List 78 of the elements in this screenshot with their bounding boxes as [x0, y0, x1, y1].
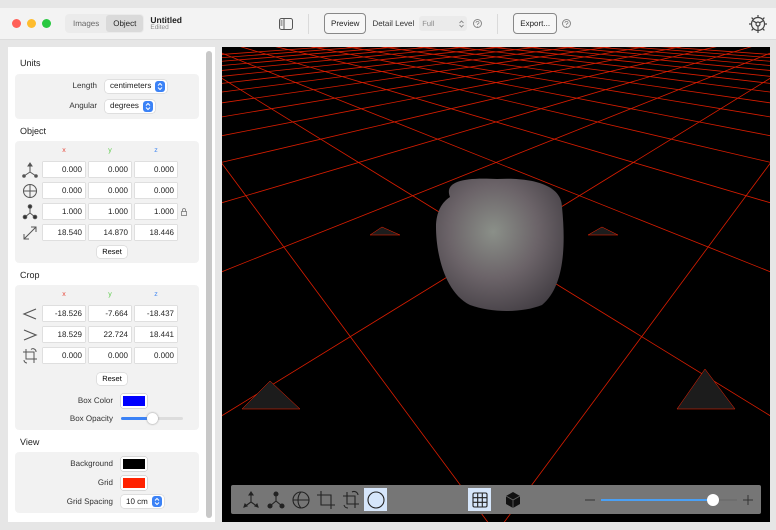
plus-icon[interactable]	[743, 494, 753, 504]
axis-marker-icon	[242, 380, 300, 410]
zoom-slider[interactable]	[601, 492, 737, 506]
number-field[interactable]: 22.724	[89, 327, 131, 342]
axis-marker-icon	[676, 368, 736, 410]
number-field[interactable]: -7.664	[89, 306, 131, 321]
lock-icon[interactable]	[181, 208, 187, 216]
slider-thumb[interactable]	[146, 413, 158, 424]
number-field[interactable]: 0.000	[89, 348, 131, 363]
close-icon[interactable]	[12, 19, 21, 28]
help-icon[interactable]	[473, 19, 482, 28]
slider-thumb[interactable]	[706, 494, 719, 506]
field-label: Grid Spacing	[66, 496, 113, 508]
greater-than-icon	[22, 326, 38, 342]
field-label: Box Opacity	[70, 412, 113, 424]
number-field[interactable]: 1.000	[43, 204, 85, 219]
tool-button[interactable]	[364, 488, 387, 511]
opacity-slider[interactable]	[121, 412, 183, 424]
export-button[interactable]: Export...	[513, 13, 558, 34]
stepper-icon	[155, 80, 166, 92]
field-label: Background	[70, 458, 113, 470]
sidebar-toggle-icon[interactable]	[279, 18, 293, 30]
scrollbar[interactable]	[206, 51, 212, 518]
less-than-icon	[22, 306, 38, 322]
globe-icon	[22, 182, 38, 198]
number-field[interactable]: 18.441	[135, 327, 177, 342]
number-field[interactable]: 1.000	[135, 204, 177, 219]
section-title: Units	[19, 57, 42, 70]
number-field[interactable]: 14.870	[89, 225, 131, 240]
number-field[interactable]: 18.529	[43, 327, 85, 342]
number-field[interactable]: -18.526	[43, 306, 85, 321]
document-title: Untitled	[150, 16, 182, 25]
number-field[interactable]: 0.000	[89, 162, 131, 177]
number-field[interactable]: 18.446	[135, 225, 177, 240]
section-title: Crop	[19, 268, 41, 282]
circle-icon	[366, 490, 386, 510]
axes-icon	[22, 162, 38, 178]
stepper-icon	[142, 100, 153, 112]
tool-button[interactable]	[468, 488, 491, 511]
number-field[interactable]: 0.000	[135, 183, 177, 198]
number-field[interactable]: 0.000	[89, 183, 131, 198]
mode-tab[interactable]: Images	[66, 15, 106, 32]
number-field[interactable]: 1.000	[89, 204, 131, 219]
axis-marker-icon	[370, 226, 400, 236]
field-label: Grid	[98, 477, 113, 489]
field-label: Box Color	[78, 394, 113, 406]
preview-button[interactable]: Preview	[324, 13, 366, 34]
axis-marker-icon	[588, 226, 618, 236]
number-field[interactable]: 0.000	[43, 348, 85, 363]
resize-arrows-icon	[22, 224, 38, 240]
number-field[interactable]: 0.000	[135, 348, 177, 363]
crop-rotate-icon	[340, 490, 360, 510]
globe-icon	[290, 490, 310, 510]
nodes-icon	[22, 204, 38, 220]
number-field[interactable]: 0.000	[135, 162, 177, 177]
number-field[interactable]: 0.000	[43, 162, 85, 177]
number-field[interactable]: -18.437	[135, 306, 177, 321]
section-title: Object	[19, 124, 48, 138]
field-label: Angular	[69, 100, 97, 112]
number-field[interactable]: 18.540	[43, 225, 85, 240]
mode-tab[interactable]: Object	[106, 15, 144, 32]
popup-button[interactable]: centimeters	[105, 80, 168, 92]
field-label: Detail Level	[372, 18, 414, 30]
section-title: View	[19, 436, 40, 448]
popup-button[interactable]: 10 cm	[121, 495, 164, 508]
grid-icon	[470, 490, 490, 510]
settings-icon[interactable]	[748, 14, 768, 34]
nodes-icon	[266, 490, 286, 510]
stepper-icon	[152, 496, 162, 507]
popup-button[interactable]: degrees	[105, 100, 155, 112]
chevrons-icon	[459, 20, 464, 28]
number-field[interactable]: 0.000	[43, 183, 85, 198]
field-label: Length	[72, 80, 97, 92]
zoom-icon[interactable]	[42, 19, 51, 28]
axes-icon	[240, 490, 260, 510]
help-icon[interactable]	[562, 19, 572, 28]
crop-rotate-icon	[22, 348, 38, 364]
crop-icon	[316, 490, 336, 510]
